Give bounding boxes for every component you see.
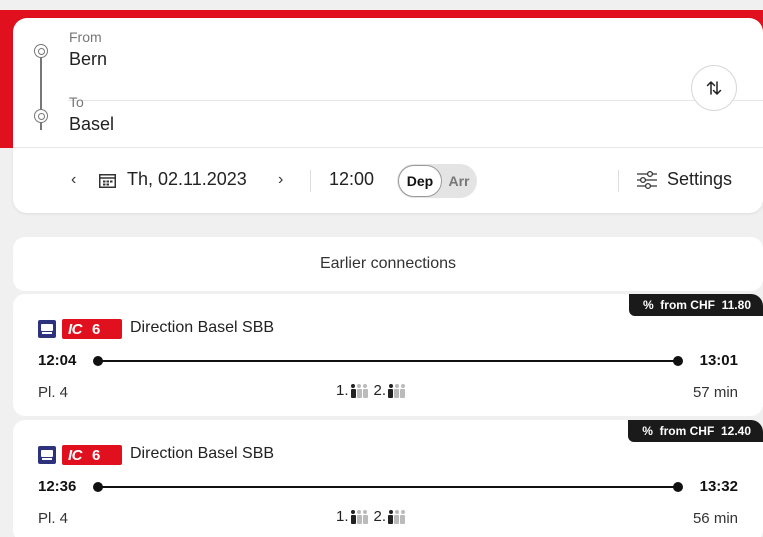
journey-line <box>97 360 679 362</box>
departure-time: 12:04 <box>38 352 77 369</box>
person-icon <box>388 509 394 524</box>
connection-card[interactable]: % from CHF 11.80 IC 6 Direction Basel SB… <box>13 294 763 416</box>
connection-card[interactable]: % from CHF 12.40 IC 6 Direction Basel SB… <box>13 420 763 537</box>
duration-text: 57 min <box>692 384 738 401</box>
search-card: From Bern To Basel ‹ Th, 02.11.2023 › 12… <box>13 18 763 213</box>
arrival-time: 13:32 <box>699 478 738 495</box>
origin-dot-icon <box>34 44 48 58</box>
person-icon <box>394 383 400 398</box>
arrival-option[interactable]: Arr <box>444 164 474 198</box>
second-class-label: 2. <box>373 382 387 399</box>
person-icon <box>400 383 406 398</box>
product-type: IC <box>68 446 83 464</box>
swap-button[interactable] <box>691 65 737 111</box>
from-label: From <box>69 29 102 45</box>
person-icon <box>362 383 368 398</box>
second-class-label: 2. <box>373 508 387 525</box>
train-icon <box>38 320 56 338</box>
divider <box>310 170 311 192</box>
train-icon <box>38 446 56 464</box>
first-class-label: 1. <box>336 508 349 525</box>
departure-option[interactable]: Dep <box>398 165 442 197</box>
person-icon <box>394 509 400 524</box>
destination-dot-icon <box>34 109 48 123</box>
person-icon <box>362 509 368 524</box>
calendar-icon <box>99 174 116 188</box>
price-tag: % from CHF 12.40 <box>628 420 763 442</box>
date-time-row: ‹ Th, 02.11.2023 › 12:00 Dep Arr Setting… <box>13 148 763 213</box>
person-icon <box>400 509 406 524</box>
first-class-occupancy <box>350 383 368 398</box>
arrival-time: 13:01 <box>699 352 738 369</box>
duration-text: 56 min <box>692 510 738 527</box>
sliders-icon <box>637 170 657 190</box>
product-line: 6 <box>92 446 101 464</box>
departure-time: 12:36 <box>38 478 77 495</box>
product-type: IC <box>68 320 83 338</box>
swap-icon <box>706 81 722 95</box>
previous-day-button[interactable]: ‹ <box>71 171 76 189</box>
arrival-dot <box>673 356 683 366</box>
to-label: To <box>69 94 84 110</box>
occupancy-indicator: 1. 2. <box>336 382 409 399</box>
to-value: Basel <box>69 114 115 134</box>
next-day-button[interactable]: › <box>278 171 283 189</box>
product-badge: IC 6 <box>62 445 122 465</box>
person-icon <box>350 509 356 524</box>
from-value: Bern <box>69 49 108 69</box>
first-class-occupancy <box>350 509 368 524</box>
first-class-label: 1. <box>336 382 349 399</box>
person-icon <box>356 509 362 524</box>
price-tag: % from CHF 11.80 <box>628 294 763 316</box>
occupancy-indicator: 1. 2. <box>336 508 409 525</box>
person-icon <box>356 383 362 398</box>
dep-arr-toggle[interactable]: Dep Arr <box>397 164 477 198</box>
platform-text: Pl. 4 <box>38 384 69 401</box>
arrival-dot <box>673 482 683 492</box>
person-icon <box>350 383 356 398</box>
divider <box>618 170 619 192</box>
second-class-occupancy <box>388 509 406 524</box>
journey-line <box>97 486 679 488</box>
time-display[interactable]: 12:00 <box>329 169 374 190</box>
settings-button[interactable]: Settings <box>667 169 732 190</box>
field-divider <box>68 100 763 101</box>
earlier-connections-button[interactable]: Earlier connections <box>13 237 763 291</box>
date-display[interactable]: Th, 02.11.2023 <box>127 169 247 190</box>
second-class-occupancy <box>388 383 406 398</box>
direction-text: Direction Basel SBB <box>130 445 275 462</box>
platform-text: Pl. 4 <box>38 510 69 527</box>
person-icon <box>388 383 394 398</box>
product-line: 6 <box>92 320 101 338</box>
earlier-connections-label: Earlier connections <box>319 255 457 272</box>
product-badge: IC 6 <box>62 319 122 339</box>
direction-text: Direction Basel SBB <box>130 319 275 336</box>
